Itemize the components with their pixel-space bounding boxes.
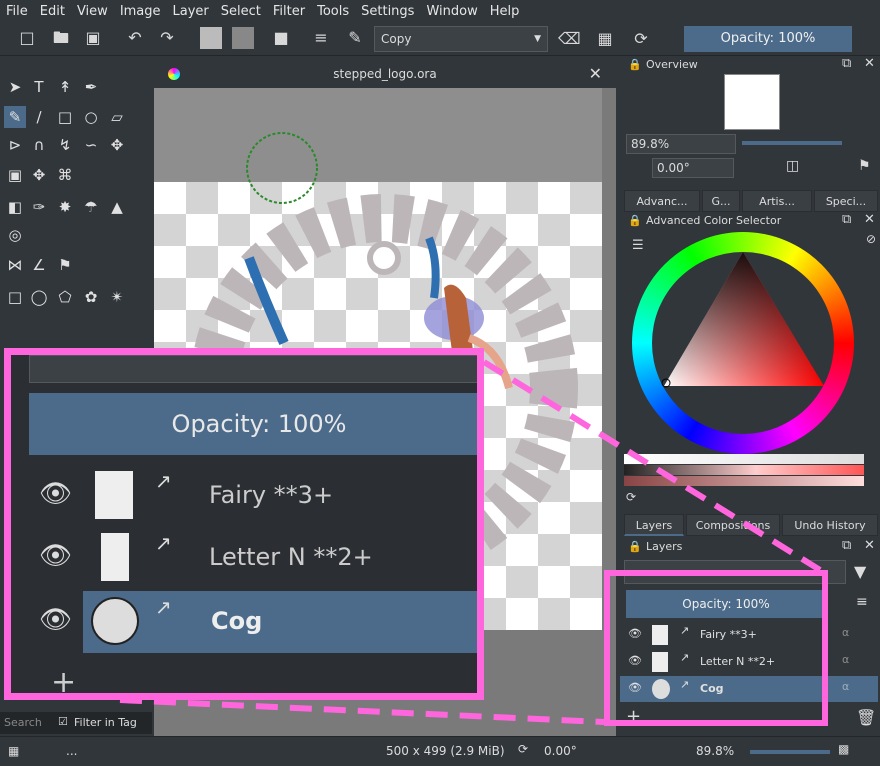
status-bar: ▦ ... 500 x 499 (2.9 MiB) ⟳ 0.00° 89.8% … <box>0 736 880 766</box>
search-input[interactable]: Search <box>4 716 42 729</box>
brush-preview-icon[interactable]: ▦ <box>8 744 19 758</box>
status-zoom: 89.8% <box>696 744 735 758</box>
status-dots: ... <box>66 744 78 758</box>
fit-screen-icon[interactable]: ▩ <box>838 742 849 756</box>
filter-tag-label: Filter in Tag <box>74 716 137 729</box>
status-rotation: 0.00° <box>544 744 577 758</box>
zoom-slider[interactable] <box>750 750 830 754</box>
checkbox-icon[interactable]: ☑ <box>58 715 68 728</box>
connector-svg <box>119 359 822 725</box>
rotation-icon[interactable]: ⟳ <box>518 742 528 756</box>
connector-line-top <box>482 359 822 573</box>
brush-search-row: Search ☑ Filter in Tag <box>0 712 152 734</box>
image-size: 500 x 499 (2.9 MiB) <box>386 744 505 758</box>
connector-line-bottom <box>119 697 605 725</box>
